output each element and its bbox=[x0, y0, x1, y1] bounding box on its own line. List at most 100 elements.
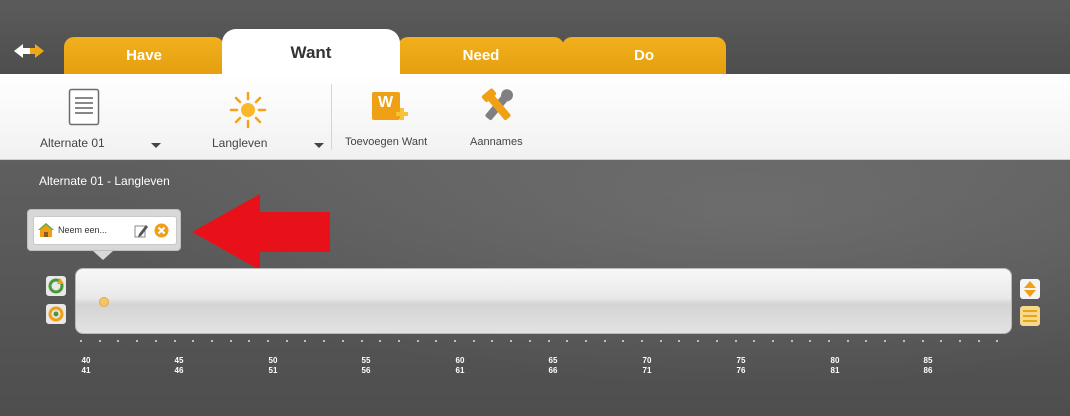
age-label: 75 76 bbox=[736, 356, 746, 375]
timeline-tick bbox=[940, 340, 943, 342]
timeline-tick bbox=[584, 340, 587, 342]
timeline-tick bbox=[154, 340, 157, 342]
timeline-tick bbox=[715, 340, 718, 342]
add-want-icon-letter: W bbox=[378, 94, 394, 111]
timeline-tick bbox=[98, 340, 101, 342]
timeline-ticks bbox=[80, 340, 1010, 346]
list-icon[interactable] bbox=[1020, 306, 1040, 326]
timeline-tick bbox=[958, 340, 961, 342]
timeline-tick bbox=[884, 340, 887, 342]
chevron-down-icon bbox=[151, 143, 161, 148]
timeline-tick bbox=[229, 340, 232, 342]
timeline-marker[interactable] bbox=[99, 297, 109, 307]
timeline-tick bbox=[753, 340, 756, 342]
timeline-tick bbox=[547, 340, 550, 342]
refresh-icon[interactable] bbox=[46, 276, 66, 296]
assumptions-button[interactable]: Aannames bbox=[465, 74, 535, 160]
page-title: Alternate 01 - Langleven bbox=[39, 174, 170, 188]
timeline-tick bbox=[641, 340, 643, 342]
timeline-tick bbox=[510, 340, 513, 342]
timeline-tick bbox=[454, 340, 456, 342]
age-label: 65 66 bbox=[548, 356, 558, 375]
timeline-tick bbox=[323, 340, 326, 342]
tab-label: Want bbox=[290, 42, 332, 62]
age-label: 70 71 bbox=[642, 356, 652, 375]
timeline-tick bbox=[472, 340, 475, 342]
timeline-tick bbox=[173, 340, 176, 342]
timeline-bar[interactable] bbox=[75, 268, 1012, 334]
timeline-tick bbox=[304, 340, 307, 342]
add-want-button[interactable]: W Toevoegen Want bbox=[340, 74, 440, 160]
timeline-tick bbox=[435, 340, 438, 342]
document-icon bbox=[68, 88, 100, 126]
close-icon[interactable] bbox=[154, 223, 169, 238]
timeline-tick bbox=[248, 340, 251, 342]
timeline-tick bbox=[379, 340, 382, 342]
event-card-inner: Neem een... bbox=[33, 216, 177, 245]
tab-label: Do bbox=[634, 47, 654, 64]
timeline-tick bbox=[697, 340, 700, 342]
sort-icon[interactable] bbox=[1020, 279, 1040, 299]
timeline-tick bbox=[828, 340, 830, 342]
age-label: 80 81 bbox=[830, 356, 840, 375]
timeline-tick bbox=[210, 340, 213, 342]
annotation-arrow-icon bbox=[192, 194, 330, 270]
timeline-tick bbox=[117, 340, 120, 342]
age-label: 45 46 bbox=[174, 356, 184, 375]
timeline-tick bbox=[285, 340, 288, 342]
sync-icon[interactable] bbox=[46, 304, 66, 324]
timeline-tick bbox=[528, 340, 531, 342]
timeline-tick bbox=[136, 340, 139, 342]
timeline-tick bbox=[734, 340, 737, 342]
back-arrow-icon[interactable] bbox=[12, 40, 46, 62]
timeline-tick bbox=[977, 340, 980, 342]
top-tab-bar: Have Need Do Want bbox=[0, 0, 1070, 78]
timeline-tick bbox=[192, 340, 195, 342]
timeline-tick bbox=[397, 340, 400, 342]
age-label: 40 41 bbox=[81, 356, 91, 375]
timeline-tick bbox=[921, 340, 924, 342]
timeline-tick bbox=[603, 340, 606, 342]
timeline-tick bbox=[491, 340, 494, 342]
timeline-tick bbox=[790, 340, 793, 342]
age-label: 85 86 bbox=[923, 356, 933, 375]
timeline-tick bbox=[566, 340, 569, 342]
event-card[interactable]: Neem een... bbox=[27, 209, 181, 251]
sun-icon bbox=[229, 91, 267, 129]
timeline-tick bbox=[809, 340, 812, 342]
alternate-dropdown-value: Alternate 01 bbox=[40, 136, 105, 150]
chevron-down-icon bbox=[314, 143, 324, 148]
age-label: 55 56 bbox=[361, 356, 371, 375]
timeline-tick bbox=[902, 340, 905, 342]
tools-icon bbox=[481, 88, 513, 121]
tab-do[interactable]: Do bbox=[562, 37, 726, 74]
timeline-area: Alternate 01 - Langleven Neem een... 40 … bbox=[0, 160, 1070, 416]
timeline-tick bbox=[360, 340, 363, 342]
timeline-tick bbox=[341, 340, 344, 342]
event-card-label: Neem een... bbox=[58, 225, 108, 235]
assumptions-label: Aannames bbox=[470, 136, 523, 148]
house-icon bbox=[38, 223, 54, 237]
tab-want[interactable]: Want bbox=[222, 29, 400, 76]
timeline-tick bbox=[622, 340, 625, 342]
edit-icon[interactable] bbox=[134, 224, 148, 238]
age-label: 50 51 bbox=[268, 356, 278, 375]
tab-label: Have bbox=[126, 47, 162, 64]
goal-dropdown[interactable]: Langleven bbox=[208, 74, 328, 160]
ribbon-divider bbox=[331, 84, 332, 150]
alternate-dropdown[interactable]: Alternate 01 bbox=[38, 74, 168, 160]
timeline-tick bbox=[771, 340, 774, 342]
timeline-tick bbox=[865, 340, 868, 342]
timeline-tick bbox=[267, 340, 269, 342]
tab-have[interactable]: Have bbox=[64, 37, 224, 74]
event-card-pointer bbox=[93, 251, 113, 260]
goal-dropdown-value: Langleven bbox=[212, 136, 268, 150]
age-label: 60 61 bbox=[455, 356, 465, 375]
timeline-tick bbox=[996, 340, 999, 342]
timeline-tick bbox=[678, 340, 681, 342]
timeline-tick bbox=[416, 340, 419, 342]
tab-need[interactable]: Need bbox=[398, 37, 564, 74]
add-want-label: Toevoegen Want bbox=[345, 136, 428, 148]
timeline-tick bbox=[659, 340, 662, 342]
tab-label: Need bbox=[462, 47, 500, 64]
